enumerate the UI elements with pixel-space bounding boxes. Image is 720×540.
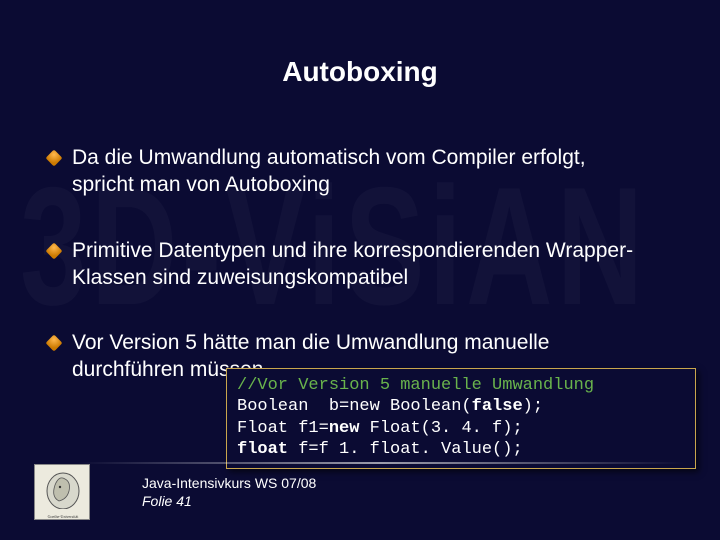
code-keyword: new [329,419,360,438]
bullet-list: Da die Umwandlung automatisch vom Compil… [36,144,684,384]
code-text: Boolean b=new Boolean( [237,397,472,416]
slide-footer: Goethe-Universität Java-Intensivkurs WS … [34,464,316,520]
bullet-item: Da die Umwandlung automatisch vom Compil… [72,144,684,199]
footer-slide-number: Folie 41 [142,492,316,510]
footer-text: Java-Intensivkurs WS 07/08 Folie 41 [142,474,316,510]
svg-text:Goethe-Universität: Goethe-Universität [48,514,80,519]
bullet-item: Primitive Datentypen und ihre korrespond… [72,237,684,292]
code-keyword: float [237,440,288,459]
code-block: //Vor Version 5 manuelle Umwandlung Bool… [226,368,696,469]
slide-container: Autoboxing Da die Umwandlung automatisch… [0,0,720,540]
slide-title: Autoboxing [36,56,684,88]
code-text: Float f1= [237,419,329,438]
footer-course: Java-Intensivkurs WS 07/08 [142,474,316,492]
university-logo: Goethe-Universität [34,464,90,520]
code-keyword: false [472,397,523,416]
code-text: Float(3. 4. f); [359,419,522,438]
code-text: f=f 1. float. Value(); [288,440,523,459]
code-text: ); [523,397,543,416]
code-comment: //Vor Version 5 manuelle Umwandlung [237,376,594,395]
